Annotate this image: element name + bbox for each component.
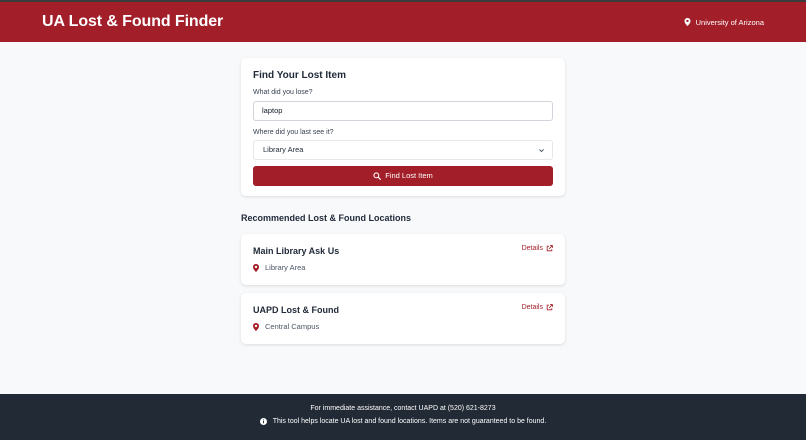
location-card: UAPD Lost & Found Central Campus Details <box>241 293 565 344</box>
location-name: Main Library Ask Us <box>253 246 340 256</box>
item-field-label: What did you lose? <box>253 89 313 96</box>
find-button-label: Find Lost Item <box>385 171 433 180</box>
location-area: Central Campus <box>253 322 553 331</box>
chevron-down-icon <box>539 148 544 152</box>
details-label: Details <box>521 304 543 311</box>
university-name: University of Arizona <box>695 17 764 27</box>
university-label: University of Arizona <box>684 18 764 27</box>
details-label: Details <box>521 245 543 252</box>
map-marker-icon <box>684 18 691 26</box>
search-icon <box>373 171 382 180</box>
page-footer: For immediate assistance, contact UAPD a… <box>0 394 806 440</box>
footer-disclaimer: This tool helps locate UA lost and found… <box>259 418 547 425</box>
footer-disclaimer-text: This tool helps locate UA lost and found… <box>272 418 547 425</box>
location-name: UAPD Lost & Found <box>253 305 339 315</box>
info-icon <box>259 418 267 425</box>
item-input[interactable] <box>253 100 553 121</box>
location-select[interactable]: Library Area <box>253 139 553 160</box>
search-card: Find Your Lost Item What did you lose? W… <box>241 58 565 196</box>
location-field-label: Where did you last see it? <box>253 128 334 136</box>
location-card: Main Library Ask Us Library Area Details <box>241 234 565 285</box>
results-heading: Recommended Lost & Found Locations <box>241 213 412 223</box>
location-area-label: Library Area <box>265 263 306 272</box>
main-content: Find Your Lost Item What did you lose? W… <box>241 58 565 344</box>
app-header: UA Lost & Found Finder University of Ari… <box>0 0 806 42</box>
details-link[interactable]: Details <box>522 245 553 252</box>
map-marker-icon <box>253 322 259 331</box>
external-link-icon <box>546 245 553 252</box>
location-area: Library Area <box>253 263 553 272</box>
details-link[interactable]: Details <box>522 304 553 311</box>
map-marker-icon <box>253 263 259 272</box>
footer-contact: For immediate assistance, contact UAPD a… <box>310 405 496 412</box>
location-select-value: Library Area <box>263 145 304 154</box>
external-link-icon <box>546 304 553 311</box>
app-title: UA Lost & Found Finder <box>42 13 224 30</box>
search-card-title: Find Your Lost Item <box>253 70 346 81</box>
location-area-label: Central Campus <box>265 322 320 331</box>
find-lost-item-button[interactable]: Find Lost Item <box>253 165 553 186</box>
